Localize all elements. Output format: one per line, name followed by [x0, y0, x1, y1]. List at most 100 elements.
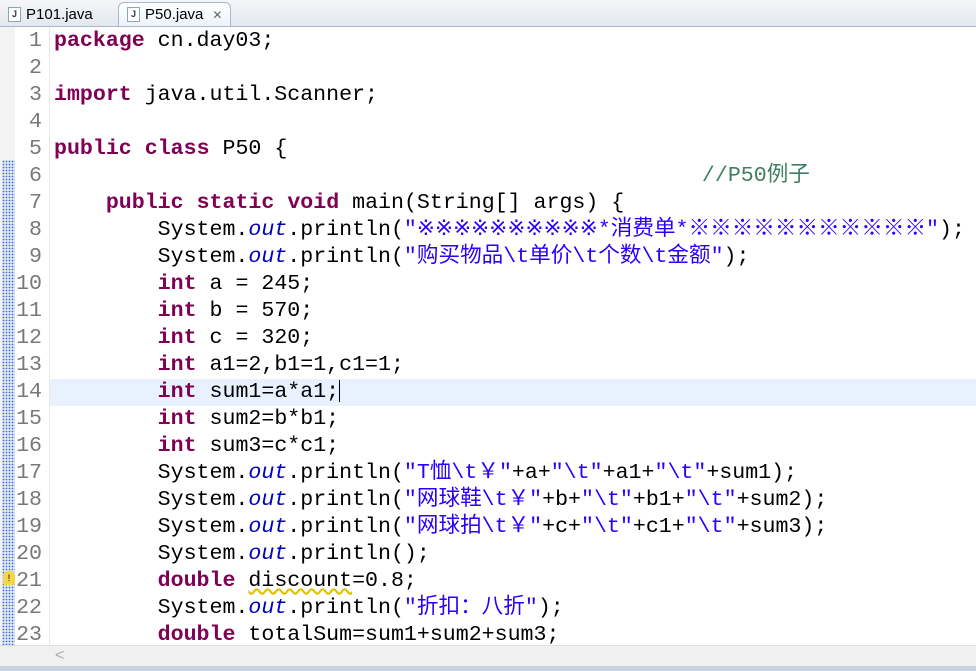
- code-text: .println(: [287, 218, 404, 242]
- keyword: int: [157, 353, 197, 377]
- code-line[interactable]: //P50例子: [54, 163, 810, 190]
- line-number: 11: [16, 299, 42, 323]
- line-number: 2: [29, 56, 42, 80]
- code-text: System.: [54, 515, 249, 539]
- code-text: P50 {: [209, 137, 288, 161]
- code-line[interactable]: double discount=0.8;: [54, 568, 417, 595]
- keyword: void: [287, 191, 340, 215]
- code-line[interactable]: System.out.println("折扣：八折");: [54, 595, 564, 622]
- code-text: System.: [54, 218, 249, 242]
- code-text: .println(: [287, 596, 404, 620]
- horizontal-scrollbar[interactable]: <: [0, 645, 976, 666]
- code-line[interactable]: double totalSum=sum1+sum2+sum3;: [54, 622, 560, 645]
- overview-ruler[interactable]: [0, 27, 15, 645]
- warning-lightbulb-icon[interactable]: !: [3, 571, 15, 585]
- string-literal: "网球鞋\t￥": [403, 488, 543, 512]
- keyword: package: [54, 29, 145, 53]
- code-text: .println(: [287, 461, 404, 485]
- code-text: main(String[] args) {: [339, 191, 625, 215]
- code-text: System.: [54, 461, 249, 485]
- code-text: a1=2,b1=1,c1=1;: [196, 353, 404, 377]
- code-text: );: [723, 245, 750, 269]
- code-text: c = 320;: [196, 326, 314, 350]
- line-number: 1: [29, 29, 42, 53]
- code-text: );: [537, 596, 564, 620]
- code-text: a = 245;: [196, 272, 314, 296]
- line-number: 3: [29, 83, 42, 107]
- code-line[interactable]: int c = 320;: [54, 325, 314, 352]
- line-number: 22: [16, 596, 42, 620]
- code-line[interactable]: int a1=2,b1=1,c1=1;: [54, 352, 404, 379]
- code-text: +b+: [542, 488, 582, 512]
- line-number: 12: [16, 326, 42, 350]
- keyword: class: [144, 137, 210, 161]
- string-literal: "购买物品\t单价\t个数\t金额": [403, 245, 724, 269]
- static-field: out: [248, 515, 288, 539]
- keyword: int: [157, 272, 197, 296]
- warning-identifier: discount: [248, 569, 353, 593]
- code-text: .println(: [287, 515, 404, 539]
- static-field: out: [248, 596, 288, 620]
- java-file-warning-icon: J: [127, 7, 140, 22]
- keyword: int: [157, 326, 197, 350]
- code-line[interactable]: public class P50 {: [54, 136, 287, 163]
- code-text: System.: [54, 488, 249, 512]
- code-text: +c+: [542, 515, 582, 539]
- code-text: +sum3);: [736, 515, 828, 539]
- code-line[interactable]: System.out.println();: [54, 541, 430, 568]
- tab-label: P101.java: [26, 5, 93, 23]
- java-file-icon: J: [8, 7, 21, 22]
- code-line[interactable]: int sum1=a*a1;: [54, 379, 341, 406]
- code-line[interactable]: int sum3=c*c1;: [54, 433, 339, 460]
- keyword: public: [105, 191, 184, 215]
- keyword: double: [157, 623, 236, 645]
- code-line[interactable]: System.out.println("网球鞋\t￥"+b+"\t"+b1+"\…: [54, 487, 828, 514]
- keyword: import: [54, 83, 132, 107]
- line-number: 5: [29, 137, 42, 161]
- code-text: System.: [54, 245, 249, 269]
- code-text: sum2=b*b1;: [196, 407, 340, 431]
- string-literal: "\t": [684, 488, 737, 512]
- code-text: cn.day03;: [144, 29, 275, 53]
- code-line[interactable]: int a = 245;: [54, 271, 314, 298]
- string-literal: "T恤\t￥": [403, 461, 512, 485]
- keyword: public: [54, 137, 132, 161]
- tab-p101-java[interactable]: J P101.java: [0, 3, 101, 26]
- code-line[interactable]: System.out.println("※※※※※※※※※※*消费单*※※※※※…: [54, 217, 965, 244]
- line-number: 9: [29, 245, 42, 269]
- code-line[interactable]: int b = 570;: [54, 298, 314, 325]
- line-number: 15: [16, 407, 42, 431]
- code-line[interactable]: package cn.day03;: [54, 28, 274, 55]
- code-line[interactable]: System.out.println("T恤\t￥"+a+"\t"+a1+"\t…: [54, 460, 797, 487]
- tab-p50-java[interactable]: J P50.java ✕: [118, 2, 232, 26]
- code-line[interactable]: int sum2=b*b1;: [54, 406, 339, 433]
- close-tab-icon[interactable]: ✕: [212, 4, 222, 26]
- line-number: 4: [29, 110, 42, 134]
- string-literal: "网球拍\t￥": [403, 515, 543, 539]
- keyword: int: [157, 299, 197, 323]
- code-line[interactable]: import java.util.Scanner;: [54, 82, 378, 109]
- line-number: 18: [16, 488, 42, 512]
- code-line[interactable]: public static void main(String[] args) {: [54, 190, 624, 217]
- string-literal: "\t": [581, 515, 633, 539]
- text-cursor: [339, 380, 341, 403]
- static-field: out: [248, 488, 288, 512]
- comment: //P50例子: [701, 164, 810, 188]
- line-number: 14: [16, 380, 42, 404]
- editor-tab-bar: J P101.java J P50.java ✕: [0, 0, 976, 27]
- code-line[interactable]: System.out.println("购买物品\t单价\t个数\t金额");: [54, 244, 750, 271]
- code-line[interactable]: System.out.println("网球拍\t￥"+c+"\t"+c1+"\…: [54, 514, 828, 541]
- code-text: b = 570;: [196, 299, 314, 323]
- code-editor[interactable]: ! 1 package cn.day03; 2 3 import java.util.S…: [0, 27, 976, 645]
- scroll-left-arrow-icon[interactable]: <: [55, 646, 64, 666]
- code-text: +sum2);: [736, 488, 828, 512]
